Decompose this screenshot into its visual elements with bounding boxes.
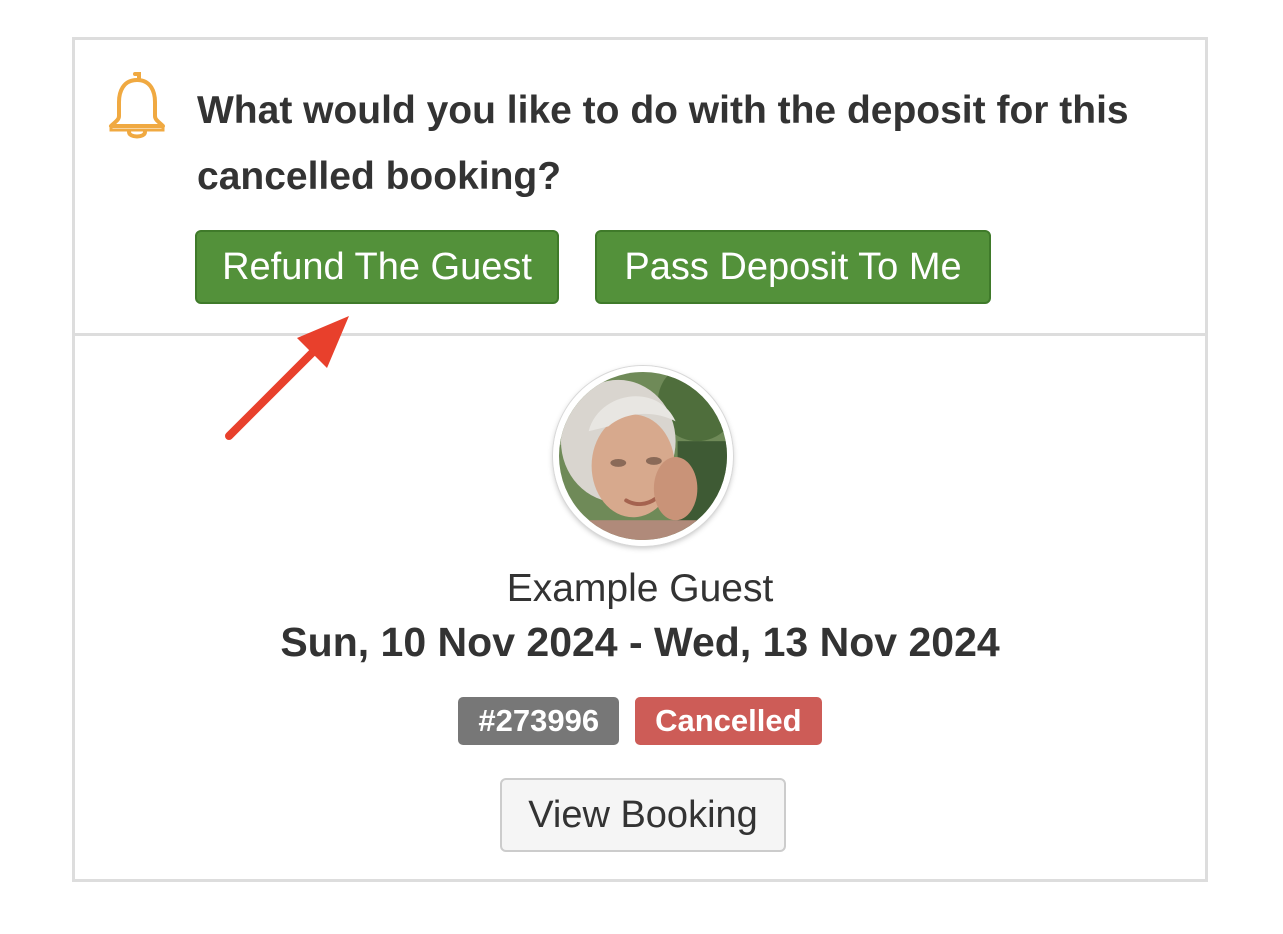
booking-id-badge: #273996 [458,697,620,745]
bell-icon [105,70,169,142]
booking-summary: Example Guest Sun, 10 Nov 2024 - Wed, 13… [75,336,1205,882]
deposit-question: What would you like to do with the depos… [197,89,1129,198]
deposit-card: What would you like to do with the depos… [72,37,1208,882]
view-booking-button[interactable]: View Booking [500,778,786,852]
status-badge: Cancelled [635,697,822,745]
deposit-notice: What would you like to do with the depos… [75,40,1205,336]
refund-guest-button[interactable]: Refund The Guest [195,230,559,304]
booking-dates: Sun, 10 Nov 2024 - Wed, 13 Nov 2024 [280,619,1000,665]
pass-deposit-button[interactable]: Pass Deposit To Me [595,230,991,304]
guest-name: Example Guest [506,567,774,610]
guest-avatar [553,366,733,546]
booking-badges: #273996 Cancelled [75,697,1205,745]
